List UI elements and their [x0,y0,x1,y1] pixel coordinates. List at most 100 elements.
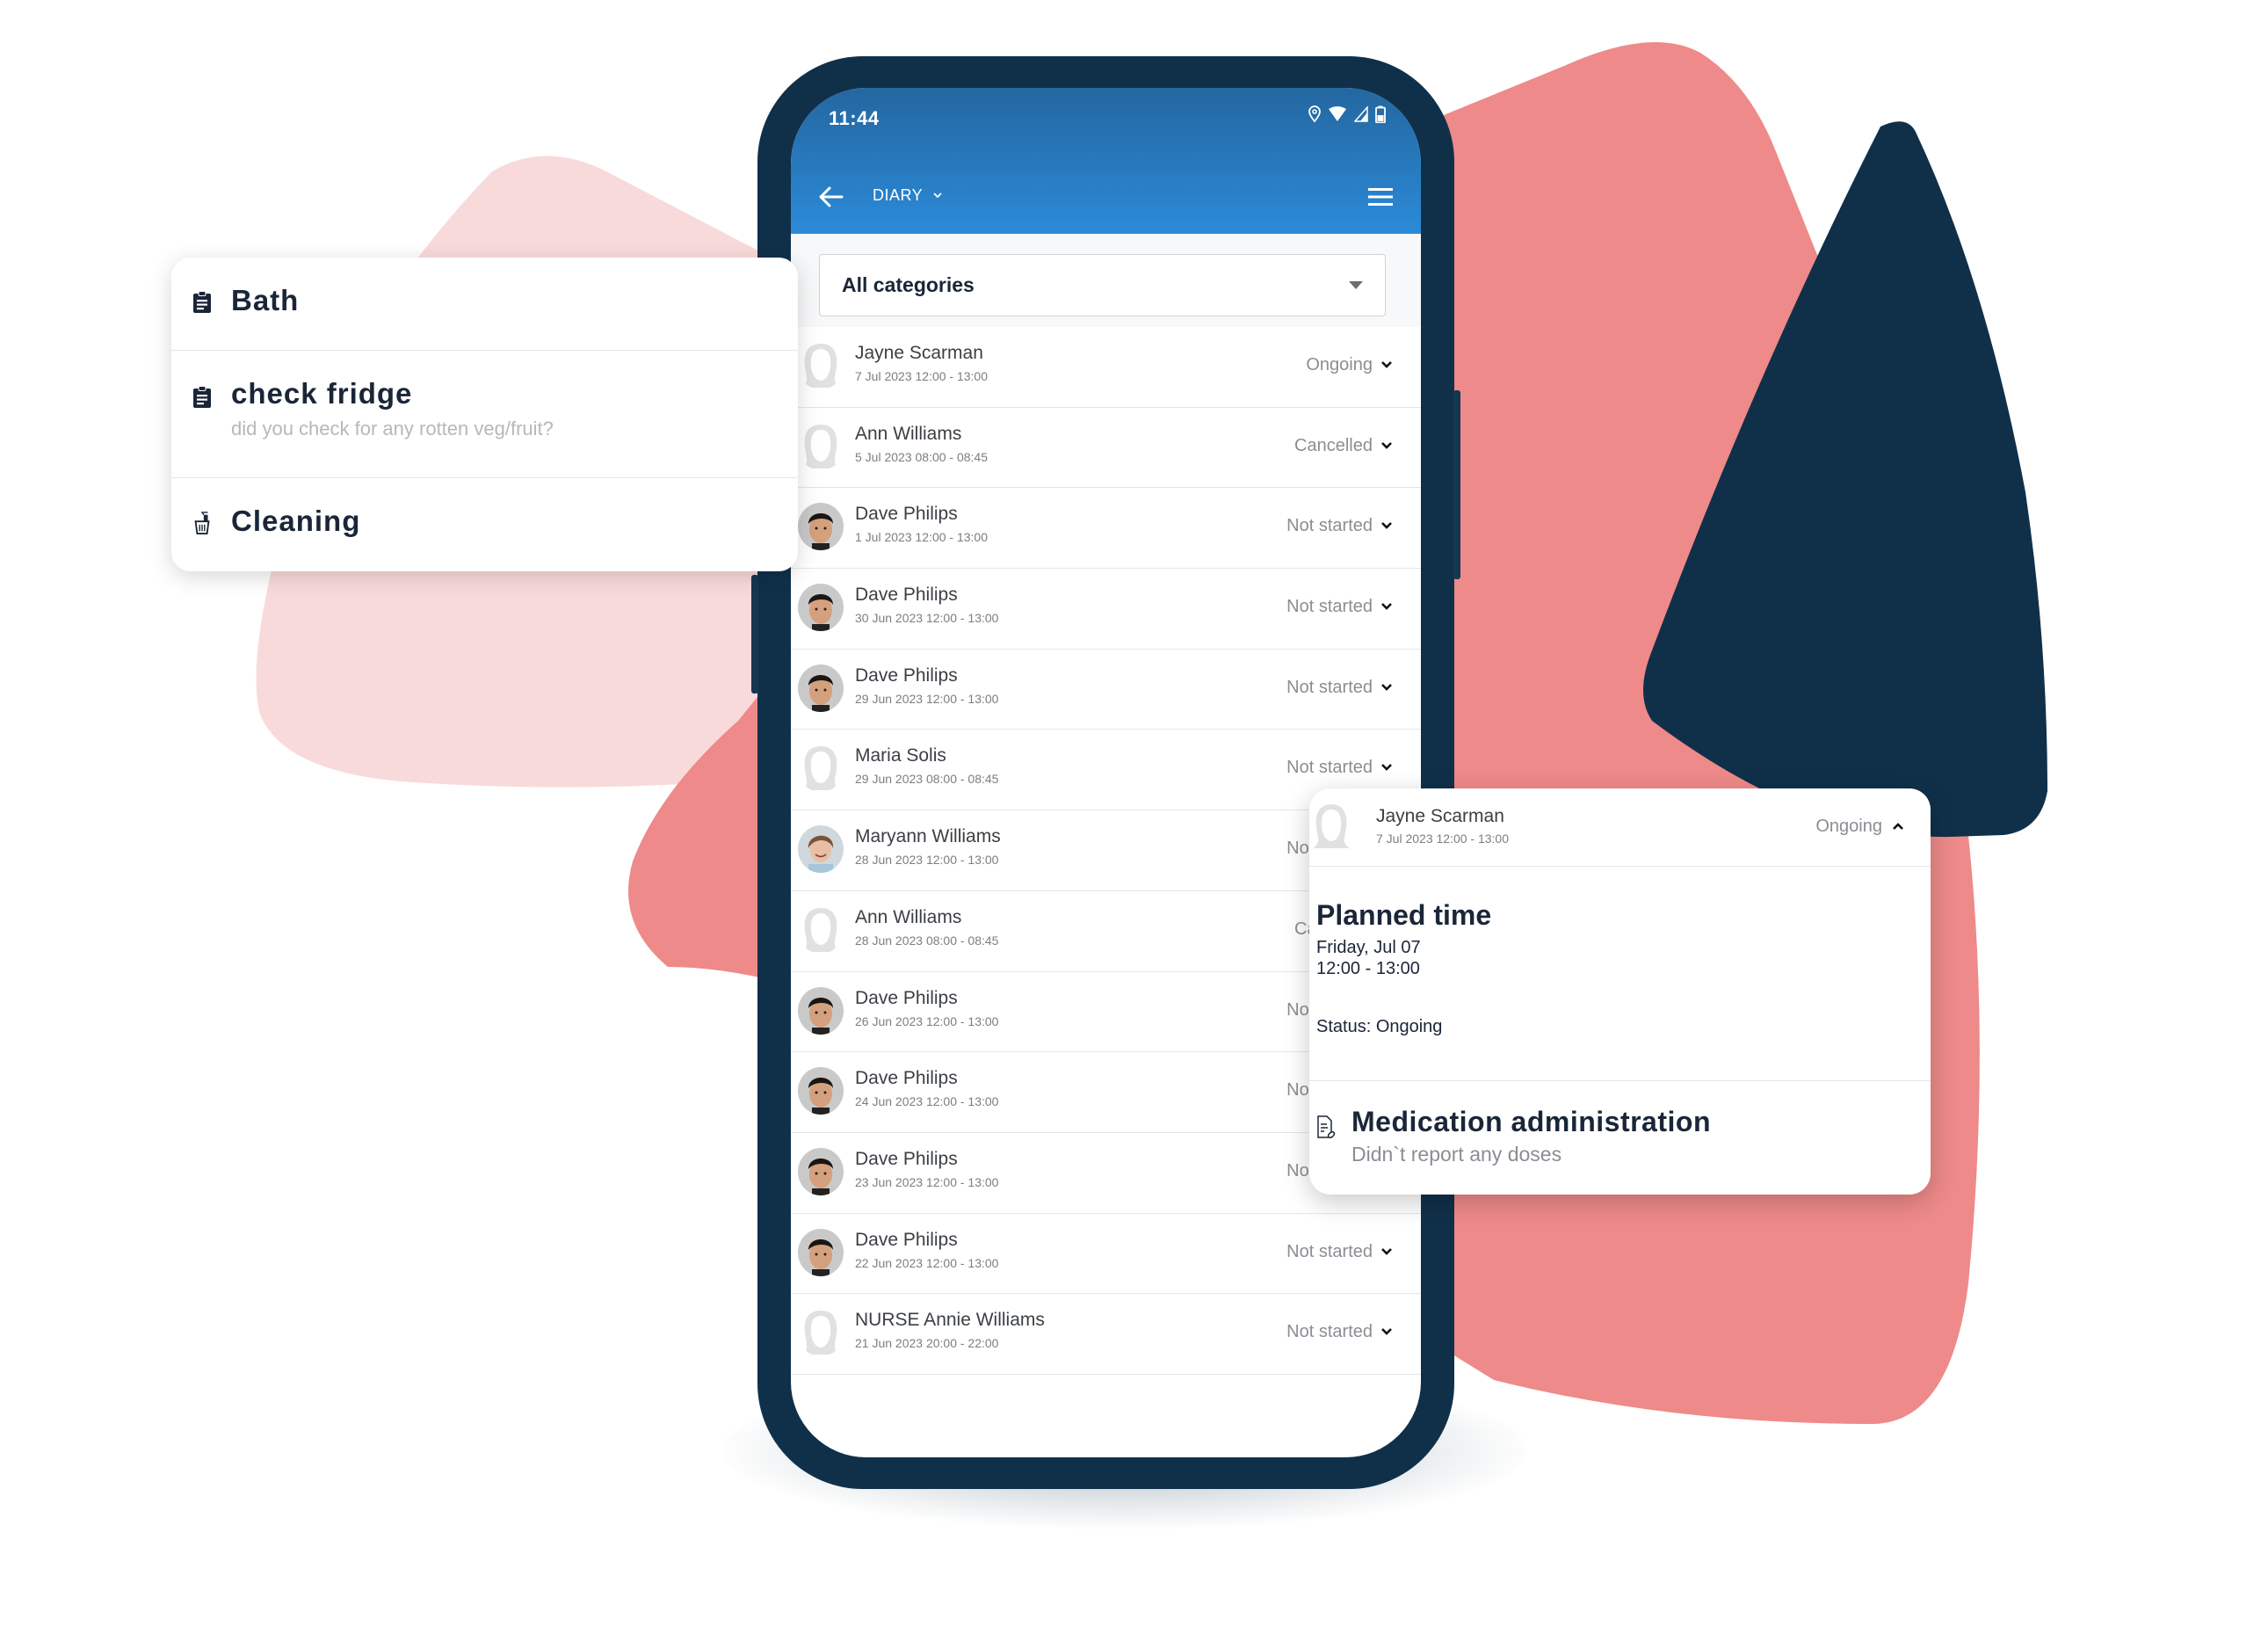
visit-status: Not started [1286,1241,1373,1261]
visit-client-name: Dave Philips [855,1229,958,1250]
visit-date: 22 Jun 2023 12:00 - 13:00 [855,1255,999,1270]
chevron-down-icon[interactable] [1380,1247,1393,1256]
visit-client-name: Ann Williams [855,906,962,927]
dropdown-triangle-icon [1349,281,1363,289]
visit-status: Ongoing [1306,355,1373,374]
visit-status: Not started [1286,516,1373,536]
visit-row[interactable]: Jayne Scarman 7 Jul 2023 12:00 - 13:00 Ong… [791,327,1421,408]
power-button [1453,390,1460,579]
visit-date: 28 Jun 2023 12:00 - 13:00 [855,853,999,868]
avatar [798,1228,844,1276]
avatar [798,584,844,632]
wifi-icon [1329,106,1346,121]
task-item[interactable]: Cleaning [171,478,798,571]
clipboard-icon [193,386,211,408]
avatar [798,1147,844,1195]
chevron-down-icon[interactable] [1380,763,1393,772]
visit-row[interactable]: Ann Williams 5 Jul 2023 08:00 - 08:45 Canc… [791,408,1421,489]
visit-client-name: Maria Solis [855,745,946,766]
visit-client-name: Ann Williams [855,423,962,444]
visit-status: Not started [1286,758,1373,778]
task-title: check fridge [231,377,413,410]
visit-client-name: Dave Philips [855,1068,958,1089]
visit-date: 28 Jun 2023 08:00 - 08:45 [855,933,999,948]
diary-title: DIARY [873,186,924,204]
chevron-down-icon[interactable] [1380,441,1393,450]
planned-time: 12:00 - 13:00 [1316,959,1420,978]
chevron-down-icon[interactable] [1380,602,1393,611]
planned-time-title: Planned time [1316,899,1492,931]
visit-date: 21 Jun 2023 20:00 - 22:00 [855,1336,999,1351]
chevron-down-icon[interactable] [1380,360,1393,369]
status-icons [1308,105,1386,123]
visit-client-name: Dave Philips [855,504,958,525]
visit-status: Cancelled [1294,435,1373,455]
nav-row: DIARY [791,176,1421,229]
task-subtitle: did you check for any rotten veg/fruit? [231,418,554,439]
visit-client-name: NURSE Annie Williams [855,1310,1045,1331]
status-line: Status: Ongoing [1316,1017,1443,1036]
phone-frame: 11:44 DIARY All categories Jayne Scarman… [751,56,1460,1489]
visit-row[interactable]: Dave Philips 22 Jun 2023 12:00 - 13:00 Not… [791,1214,1421,1295]
medication-task-item[interactable]: Medication administration Didn`t report … [1309,1080,1931,1195]
planned-day: Friday, Jul 07 [1316,938,1421,957]
phone-screen: 11:44 DIARY All categories Jayne Scarman… [791,88,1421,1457]
task-card: Bath check fridge did you check for any … [171,258,798,571]
visit-date: 5 Jul 2023 08:00 - 08:45 [855,449,989,464]
avatar-placeholder [798,905,844,954]
avatar-placeholder [798,1309,844,1357]
visit-client-name: Dave Philips [855,987,958,1008]
detail-date: 7 Jul 2023 12:00 - 13:00 [1376,832,1510,846]
avatar-placeholder [798,744,844,793]
status-time: 11:44 [829,107,880,129]
detail-status: Ongoing [1815,817,1882,836]
category-filter-select[interactable]: All categories [819,254,1386,316]
diary-title-dropdown[interactable]: DIARY [873,186,942,205]
visit-client-name: Dave Philips [855,665,958,686]
hamburger-menu-icon[interactable] [1366,185,1395,209]
chevron-up-icon[interactable] [1892,822,1904,831]
chevron-down-icon[interactable] [1380,521,1393,530]
chevron-down-icon[interactable] [1380,1327,1393,1336]
volume-button [751,575,758,694]
location-icon [1308,105,1321,123]
visit-row[interactable]: Dave Philips 30 Jun 2023 12:00 - 13:00 Not… [791,569,1421,650]
task-item[interactable]: check fridge did you check for any rotte… [171,351,798,478]
detail-card-header[interactable]: Jayne Scarman 7 Jul 2023 12:00 - 13:00 O… [1309,788,1931,867]
task-title: Bath [231,284,300,316]
chevron-down-icon[interactable] [1380,683,1393,692]
visit-row[interactable]: NURSE Annie Williams 21 Jun 2023 20:00 - … [791,1294,1421,1375]
category-filter-value: All categories [842,273,975,296]
avatar-placeholder [798,422,844,470]
battery-icon [1375,105,1386,123]
task-title: Cleaning [231,505,361,537]
visit-date: 29 Jun 2023 08:00 - 08:45 [855,772,999,787]
avatar [798,825,844,874]
visit-date: 26 Jun 2023 12:00 - 13:00 [855,1013,999,1028]
chevron-down-icon [933,192,942,199]
avatar [798,1067,844,1115]
avatar-placeholder [1313,804,1350,848]
avatar [798,503,844,551]
cleaning-bucket-icon [194,512,210,534]
signal-icon [1354,106,1368,122]
task-item[interactable]: Bath [171,258,798,351]
medication-task-title: Medication administration [1351,1106,1711,1137]
visit-client-name: Dave Philips [855,1148,958,1169]
visit-row[interactable]: Dave Philips 1 Jul 2023 12:00 - 13:00 Not … [791,488,1421,570]
visit-date: 30 Jun 2023 12:00 - 13:00 [855,611,999,626]
avatar [798,664,844,712]
avatar-placeholder [798,342,844,389]
medication-task-subtitle: Didn`t report any doses [1351,1143,1562,1166]
visit-client-name: Maryann Williams [855,826,1001,847]
filter-area: All categories [791,234,1421,327]
avatar [798,986,844,1035]
visit-client-name: Dave Philips [855,585,958,606]
visit-status: Not started [1286,597,1373,617]
visit-date: 1 Jul 2023 12:00 - 13:00 [855,530,989,545]
visit-date: 7 Jul 2023 12:00 - 13:00 [855,369,989,383]
back-arrow-icon[interactable] [814,179,849,214]
visit-date: 23 Jun 2023 12:00 - 13:00 [855,1174,999,1189]
visit-row[interactable]: Dave Philips 29 Jun 2023 12:00 - 13:00 Not… [791,650,1421,730]
visit-status: Not started [1286,677,1373,697]
